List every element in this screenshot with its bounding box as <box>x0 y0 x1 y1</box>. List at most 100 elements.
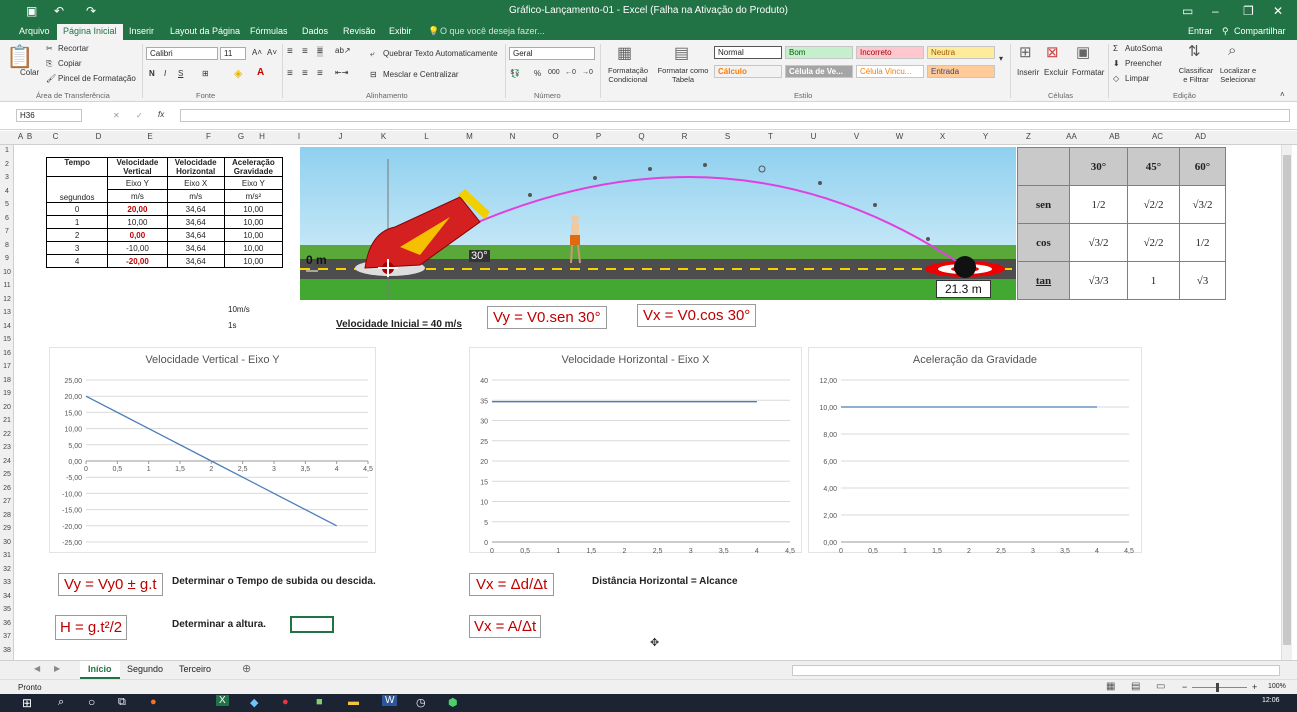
cell[interactable]: 0,00 <box>107 228 168 242</box>
sheet-tab-terceiro[interactable]: Terceiro <box>179 664 211 674</box>
sort-filter-icon[interactable]: ⇅ <box>1188 42 1201 60</box>
zoom-handle[interactable] <box>1216 683 1219 692</box>
column-header-z[interactable]: Z <box>1007 132 1050 141</box>
style-check-cell[interactable]: Célula de Ve... <box>785 65 853 78</box>
column-header-c[interactable]: C <box>34 132 77 141</box>
row-header-6[interactable]: 6 <box>0 215 14 222</box>
style-linked-cell[interactable]: Célula Vincu... <box>856 65 924 78</box>
cell[interactable]: 10,00 <box>223 228 284 242</box>
row-header-13[interactable]: 13 <box>0 309 14 316</box>
column-header-x[interactable]: X <box>921 132 964 141</box>
fill-icon[interactable]: ⬇ <box>1113 59 1120 68</box>
italic-button[interactable]: I <box>164 69 166 78</box>
insert-cells-button[interactable]: Inserir <box>1017 68 1039 77</box>
cell[interactable]: 2 <box>45 228 109 242</box>
cell[interactable]: 10,00 <box>223 202 284 216</box>
row-header-37[interactable]: 37 <box>0 633 14 640</box>
row-header-29[interactable]: 29 <box>0 525 14 532</box>
row-header-38[interactable]: 38 <box>0 647 14 654</box>
cell[interactable]: 10,00 <box>223 254 284 268</box>
word-icon[interactable]: W <box>382 695 398 706</box>
share-button[interactable]: Compartilhar <box>1234 26 1286 36</box>
tab-insert[interactable]: Inserir <box>129 26 154 36</box>
enter-icon[interactable]: ✓ <box>136 111 143 120</box>
row-header-21[interactable]: 21 <box>0 417 14 424</box>
vx-equation[interactable]: Vx = V0.cos 30° <box>637 304 757 327</box>
paste-icon[interactable]: 📋 <box>6 44 33 70</box>
column-header-m[interactable]: M <box>448 132 491 141</box>
vy-time-equation[interactable]: Vy = Vy0 ± g.t <box>58 573 163 596</box>
chart-gravity[interactable]: Aceleração da Gravidade 12,00 10,00 8,00 6,… <box>808 347 1142 554</box>
grow-font-icon[interactable]: A˄ <box>252 48 262 57</box>
row-header-34[interactable]: 34 <box>0 593 14 600</box>
vy-equation[interactable]: Vy = V0.sen 30° <box>487 306 607 329</box>
zoom-in-icon[interactable]: + <box>1252 682 1257 692</box>
formula-input[interactable] <box>180 109 1290 122</box>
tab-home[interactable]: Página Inicial <box>57 24 123 40</box>
zoom-out-icon[interactable]: − <box>1182 682 1187 692</box>
vertical-scrollbar[interactable] <box>1281 145 1292 660</box>
borders-icon[interactable]: ⊞ <box>202 69 209 78</box>
row-header-30[interactable]: 30 <box>0 539 14 546</box>
page-layout-icon[interactable]: ▤ <box>1131 681 1140 692</box>
number-format-select[interactable]: Geral <box>509 47 595 60</box>
wrap-text-button[interactable]: Quebrar Texto Automaticamente <box>383 49 498 58</box>
column-header-i[interactable]: I <box>279 132 319 141</box>
row-header-20[interactable]: 20 <box>0 404 14 411</box>
cell[interactable]: 0 <box>45 202 109 216</box>
style-calculation[interactable]: Cálculo <box>714 65 782 78</box>
row-header-18[interactable]: 18 <box>0 377 14 384</box>
find-icon[interactable]: ⌕ <box>1228 42 1236 59</box>
row-header-9[interactable]: 9 <box>0 255 14 262</box>
column-header-f[interactable]: F <box>180 132 237 141</box>
vx-delta-equation[interactable]: Vx = Δd/Δt <box>469 573 555 596</box>
underline-button[interactable]: S <box>178 69 183 78</box>
styles-scroll-icon[interactable]: ▾ <box>999 54 1003 63</box>
indent-icon[interactable]: ⇤⇥ <box>335 68 348 77</box>
scroll-thumb[interactable] <box>1283 155 1291 645</box>
app-icon[interactable]: ◆ <box>250 696 258 709</box>
cell[interactable]: -10,00 <box>107 241 168 255</box>
insert-cells-icon[interactable]: ⊞ <box>1019 43 1032 61</box>
cannon-illustration[interactable] <box>300 147 1016 300</box>
font-color-icon[interactable]: A <box>257 67 264 78</box>
row-header-26[interactable]: 26 <box>0 485 14 492</box>
sign-in-link[interactable]: Entrar <box>1188 26 1213 36</box>
column-header-n[interactable]: N <box>491 132 534 141</box>
vx-alcance-equation[interactable]: Vx = A/Δt <box>469 615 542 638</box>
sheet-tab-inicio[interactable]: Início <box>80 661 120 679</box>
page-break-icon[interactable]: ▭ <box>1156 681 1165 692</box>
collapse-ribbon-icon[interactable]: ˄ <box>1280 90 1285 99</box>
conditional-format-button[interactable]: Formatação Condicional <box>604 66 652 84</box>
cut-button[interactable]: Recortar <box>58 44 89 53</box>
column-header-t[interactable]: T <box>749 132 792 141</box>
style-input[interactable]: Entrada <box>927 65 995 78</box>
cell[interactable]: 34,64 <box>166 228 225 242</box>
conditional-format-icon[interactable]: ▦ <box>617 43 632 63</box>
height-equation[interactable]: H = g.t²/2 <box>55 615 128 640</box>
horizontal-scrollbar[interactable] <box>792 665 1280 676</box>
format-table-icon[interactable]: ▤ <box>674 43 689 63</box>
column-header-h[interactable]: H <box>245 132 279 141</box>
cell[interactable]: 34,64 <box>166 202 225 216</box>
style-good[interactable]: Bom <box>785 46 853 59</box>
cell[interactable]: -20,00 <box>107 254 168 268</box>
column-header-ab[interactable]: AB <box>1093 132 1136 141</box>
row-header-36[interactable]: 36 <box>0 620 14 627</box>
percent-button[interactable]: % <box>534 69 541 78</box>
paste-button[interactable]: Colar <box>20 68 39 77</box>
row-header-11[interactable]: 11 <box>0 282 14 289</box>
tab-formulas[interactable]: Fórmulas <box>250 26 288 36</box>
format-cells-button[interactable]: Formatar <box>1072 68 1104 77</box>
merge-center-button[interactable]: Mesclar e Centralizar <box>383 70 459 79</box>
increase-decimal-icon[interactable]: ←0 <box>565 69 576 76</box>
row-header-27[interactable]: 27 <box>0 498 14 505</box>
cell[interactable]: 20,00 <box>107 202 168 216</box>
delete-cells-button[interactable]: Excluir <box>1044 68 1068 77</box>
column-header-ac[interactable]: AC <box>1136 132 1179 141</box>
column-header-y[interactable]: Y <box>964 132 1007 141</box>
task-view-icon[interactable]: ⧉ <box>118 696 126 709</box>
style-normal[interactable]: Normal <box>714 46 782 59</box>
sort-filter-button[interactable]: Classificar e Filtrar <box>1176 66 1216 84</box>
fill-button[interactable]: Preencher <box>1125 59 1162 68</box>
